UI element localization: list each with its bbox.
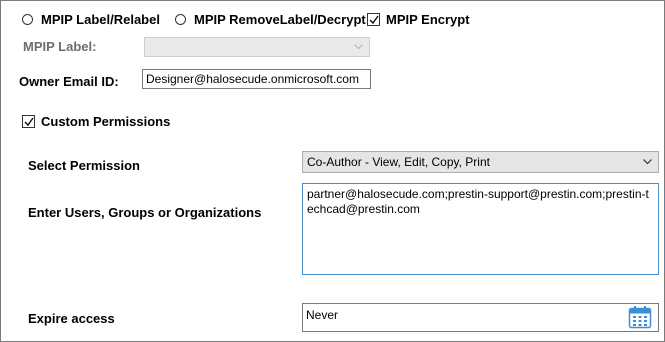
calendar-button[interactable]: [626, 305, 654, 330]
calendar-icon: [628, 306, 652, 329]
users-value: partner@halosecude.com;prestin-support@p…: [307, 187, 649, 216]
owner-email-caption: Owner Email ID:: [19, 74, 119, 89]
users-textarea[interactable]: partner@halosecude.com;prestin-support@p…: [302, 183, 659, 275]
encrypt-settings-panel: MPIP Label/Relabel MPIP RemoveLabel/Decr…: [0, 0, 665, 342]
checkbox-custom-permissions[interactable]: [22, 115, 35, 128]
radio-label-relabel[interactable]: [22, 14, 33, 25]
checkmark-icon: [24, 117, 34, 126]
checkmark-icon: [369, 15, 379, 24]
expire-value: Never: [306, 308, 339, 322]
select-permission-caption: Select Permission: [28, 158, 140, 173]
radio-remove-label-decrypt-text[interactable]: MPIP RemoveLabel/Decrypt: [194, 12, 366, 27]
mpip-label-caption: MPIP Label:: [23, 39, 97, 54]
users-caption: Enter Users, Groups or Organizations: [28, 205, 262, 220]
mpip-label-dropdown[interactable]: [144, 37, 370, 57]
radio-remove-label-decrypt[interactable]: [175, 14, 186, 25]
expire-input[interactable]: Never: [302, 303, 659, 332]
checkbox-mpip-encrypt-text[interactable]: MPIP Encrypt: [386, 12, 470, 27]
select-permission-value: Co-Author - View, Edit, Copy, Print: [307, 155, 490, 169]
radio-label-relabel-text[interactable]: MPIP Label/Relabel: [41, 12, 160, 27]
custom-permissions-text[interactable]: Custom Permissions: [41, 114, 170, 129]
checkbox-mpip-encrypt[interactable]: [367, 13, 380, 26]
chevron-down-icon: [643, 159, 652, 165]
expire-caption: Expire access: [28, 311, 115, 326]
owner-email-input[interactable]: Designer@halosecude.onmicrosoft.com: [142, 69, 371, 89]
chevron-down-icon: [354, 44, 363, 50]
select-permission-dropdown[interactable]: Co-Author - View, Edit, Copy, Print: [302, 151, 659, 173]
